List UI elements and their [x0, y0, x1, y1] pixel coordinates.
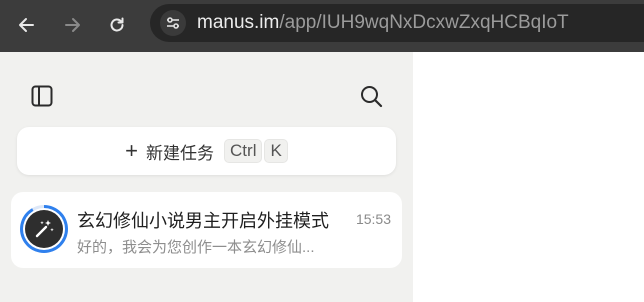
reload-button[interactable]	[102, 10, 132, 40]
url-host: manus.im	[197, 12, 280, 33]
arrow-right-icon	[65, 18, 80, 32]
url-path: /app/IUH9wqNxDcxwZxqHCBqIoT	[279, 12, 569, 33]
browser-toolbar: manus.im/app/IUH9wqNxDcxwZxqHCBqIoT	[0, 0, 644, 52]
task-timestamp: 15:53	[355, 211, 391, 227]
task-preview: 好的，我会为您创作一本玄幻修仙...	[77, 239, 315, 256]
sidebar-toggle-icon	[31, 85, 53, 107]
url-text[interactable]: manus.im/app/IUH9wqNxDcxwZxqHCBqIoT	[197, 13, 569, 33]
task-title: 玄幻修仙小说男主开启外挂模式	[77, 211, 329, 231]
plus-icon: +	[125, 138, 139, 163]
task-progress-ring	[20, 205, 68, 253]
tune-icon	[167, 17, 179, 29]
search-button[interactable]	[356, 81, 386, 111]
shortcut-key-k: K	[264, 139, 288, 163]
reload-icon	[110, 17, 124, 32]
main-content	[413, 52, 644, 302]
forward-button[interactable]	[57, 10, 87, 40]
new-task-button[interactable]: + 新建任务 Ctrl K	[17, 127, 396, 175]
task-list-item[interactable]: 玄幻修仙小说男主开启外挂模式 15:53 好的，我会为您创作一本玄幻修仙...	[11, 192, 402, 268]
sidebar-toggle-button[interactable]	[27, 81, 57, 111]
address-bar[interactable]: manus.im/app/IUH9wqNxDcxwZxqHCBqIoT	[150, 4, 644, 42]
site-info-button[interactable]	[160, 10, 186, 36]
arrow-left-icon	[19, 18, 34, 32]
new-task-label: 新建任务	[146, 143, 215, 163]
magic-wand-icon	[35, 220, 54, 238]
back-button[interactable]	[12, 10, 42, 40]
search-icon	[361, 86, 383, 108]
shortcut-key-ctrl: Ctrl	[224, 139, 263, 163]
task-avatar	[25, 210, 63, 248]
